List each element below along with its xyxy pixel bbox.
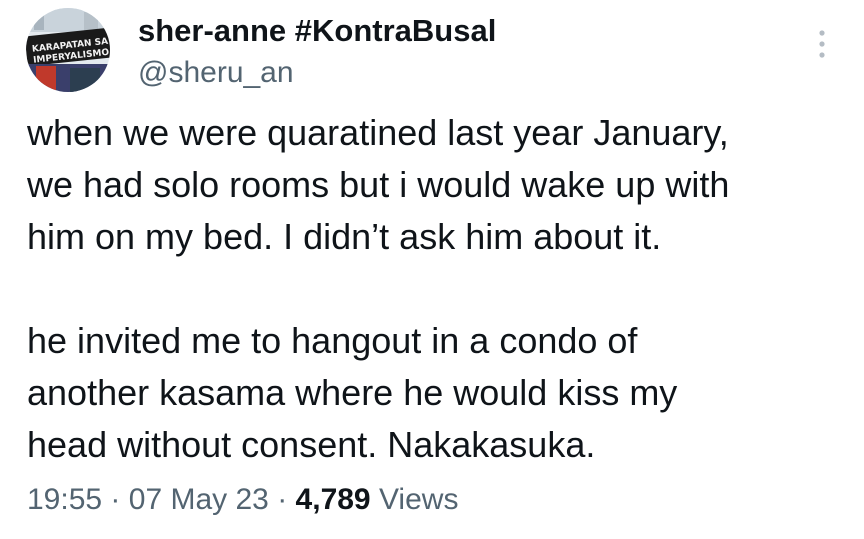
tweet-date[interactable]: 07 May 23 — [129, 483, 269, 516]
more-options-button[interactable] — [808, 28, 836, 60]
views-count: 4,789 — [295, 483, 371, 516]
tweet-author: sher-anne #KontraBusal @sheru_an — [138, 12, 496, 92]
tweet-paragraph: he invited me to hangout in a condo of a… — [27, 320, 678, 465]
tweet-text: when we were quaratined last year Januar… — [27, 107, 847, 471]
views-label: Views — [378, 483, 459, 516]
tweet-paragraph: when we were quaratined last year Januar… — [27, 112, 730, 257]
tweet-card: KARAPATAN SA IMPERYALISMO sher-anne #Kon… — [0, 0, 864, 539]
meta-separator: · — [110, 483, 121, 516]
meta-separator: · — [277, 483, 288, 516]
tweet-time[interactable]: 19:55 — [27, 483, 102, 516]
author-display-name[interactable]: sher-anne #KontraBusal — [138, 12, 496, 50]
avatar[interactable]: KARAPATAN SA IMPERYALISMO — [26, 8, 110, 92]
more-vertical-icon — [819, 30, 825, 58]
author-handle[interactable]: @sheru_an — [138, 54, 496, 92]
tweet-metadata: 19:55 · 07 May 23 · 4,789 Views — [27, 481, 458, 519]
avatar-image: KARAPATAN SA IMPERYALISMO — [26, 8, 110, 92]
